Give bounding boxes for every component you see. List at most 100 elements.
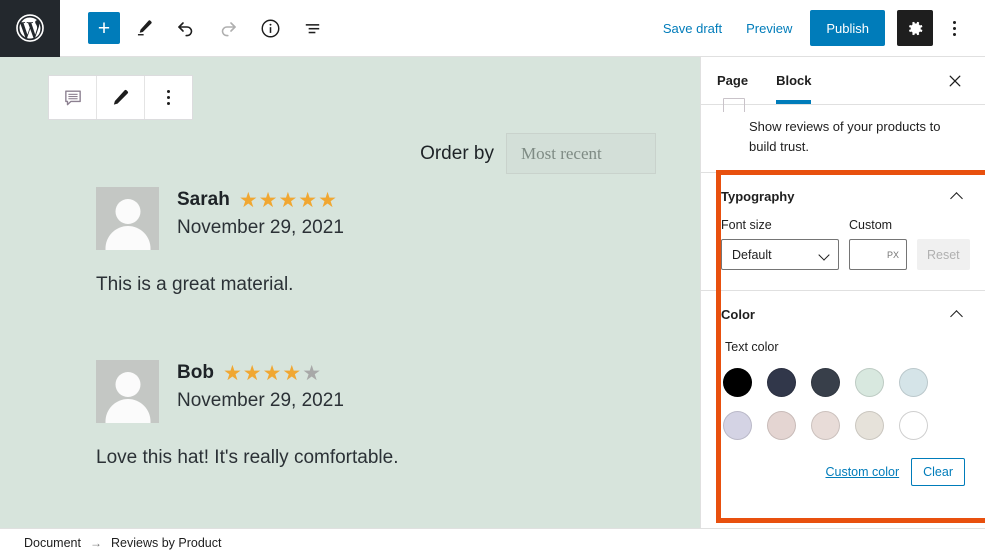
star-filled-icon: ★	[298, 188, 318, 212]
close-icon	[949, 75, 961, 86]
font-size-field: Font size Default	[721, 218, 839, 270]
chevron-down-icon	[820, 252, 830, 258]
save-draft-button[interactable]: Save draft	[651, 13, 734, 44]
color-swatch-dark-slate[interactable]	[811, 368, 840, 397]
editor-top-bar: + Save draft Preview Publish	[0, 0, 985, 57]
tools-mode-button[interactable]	[126, 10, 162, 46]
font-size-select[interactable]: Default	[721, 239, 839, 270]
color-swatch-pale-beige[interactable]	[855, 411, 884, 440]
placeholder-avatar-icon	[96, 187, 159, 250]
color-panel-title: Color	[721, 307, 755, 322]
color-swatch-pale-blue[interactable]	[899, 368, 928, 397]
placeholder-avatar-icon	[96, 360, 159, 423]
color-swatch-white[interactable]	[899, 411, 928, 440]
breadcrumb-item-document[interactable]: Document	[24, 536, 81, 550]
tab-block[interactable]: Block	[762, 57, 825, 104]
settings-sidebar: Page Block Show reviews of your products…	[700, 57, 985, 528]
settings-button[interactable]	[897, 10, 933, 46]
text-color-label: Text color	[725, 340, 779, 354]
pencil-edit-icon	[137, 20, 152, 36]
order-by-value: Most recent	[521, 143, 602, 163]
review-name-line: Bob ★ ★ ★ ★ ★	[177, 362, 344, 384]
review-header: Sarah ★ ★ ★ ★ ★ November 29, 2021	[96, 187, 656, 250]
vertical-dots-icon	[952, 20, 956, 36]
preview-button[interactable]: Preview	[734, 13, 804, 44]
undo-arrow-icon	[178, 22, 193, 37]
custom-font-size-field: Custom PX	[849, 218, 907, 270]
chevron-up-icon	[951, 192, 965, 201]
redo-button[interactable]	[210, 10, 246, 46]
block-type-button[interactable]	[49, 76, 97, 119]
clear-color-button[interactable]: Clear	[911, 458, 965, 486]
star-filled-icon: ★	[318, 188, 337, 212]
color-panel-header[interactable]: Color	[721, 307, 965, 322]
add-block-button[interactable]: +	[88, 12, 120, 44]
reviews-block-icon	[64, 90, 81, 105]
vertical-dots-icon	[167, 90, 170, 105]
color-swatch-dark-navy[interactable]	[767, 368, 796, 397]
typography-panel: Typography Font size Default Custom PX R…	[701, 172, 985, 290]
review-meta: Sarah ★ ★ ★ ★ ★ November 29, 2021	[177, 187, 344, 239]
tab-page[interactable]: Page	[717, 57, 762, 104]
color-swatch-pale-mint[interactable]	[855, 368, 884, 397]
color-swatch-black[interactable]	[723, 368, 752, 397]
block-toolbar	[48, 75, 193, 120]
star-filled-icon: ★	[258, 188, 278, 212]
redo-arrow-icon	[221, 22, 236, 37]
star-filled-icon: ★	[278, 188, 298, 212]
block-description: Show reviews of your products to build t…	[749, 119, 941, 154]
color-swatch-light-rose[interactable]	[811, 411, 840, 440]
publish-button[interactable]: Publish	[810, 10, 885, 46]
sidebar-scroll-area: Show reviews of your products to build t…	[701, 98, 985, 172]
color-swatch-dusty-rose[interactable]	[767, 411, 796, 440]
typography-panel-title: Typography	[721, 189, 795, 204]
breadcrumb: Document → Reviews by Product	[0, 528, 985, 556]
text-color-swatches	[721, 368, 965, 440]
list-view-icon	[305, 23, 319, 33]
list-view-button[interactable]	[294, 10, 330, 46]
font-size-value: Default	[732, 247, 772, 262]
block-card-icon	[723, 98, 745, 112]
custom-color-link[interactable]: Custom color	[825, 465, 899, 479]
color-actions: Custom color Clear	[721, 458, 965, 486]
font-size-label: Font size	[721, 218, 772, 232]
edit-button[interactable]	[97, 76, 145, 119]
details-button[interactable]	[252, 10, 288, 46]
more-options-button[interactable]	[937, 10, 971, 46]
review-rating-stars: ★ ★ ★ ★ ★	[239, 190, 337, 211]
order-by-label: Order by	[420, 142, 494, 164]
plus-icon: +	[97, 16, 111, 40]
breadcrumb-item-block[interactable]: Reviews by Product	[111, 536, 221, 550]
star-filled-icon: ★	[222, 361, 242, 385]
font-size-row: Font size Default Custom PX Reset	[721, 218, 970, 270]
editor-canvas: Order by Most recent Sarah ★ ★ ★ ★ ★ Novembe…	[0, 57, 700, 528]
chevron-up-icon	[951, 310, 965, 319]
review-author: Sarah	[177, 189, 230, 210]
order-by-control: Order by Most recent	[420, 133, 656, 174]
review-rating-stars: ★ ★ ★ ★ ★	[223, 363, 321, 384]
close-sidebar-button[interactable]	[937, 63, 973, 99]
publish-actions-group: Save draft Preview Publish	[651, 10, 985, 46]
typography-panel-header[interactable]: Typography	[721, 189, 965, 204]
custom-label: Custom	[849, 218, 893, 232]
review-body: This is a great material.	[96, 274, 294, 295]
star-filled-icon: ★	[242, 361, 262, 385]
order-by-select[interactable]: Most recent	[506, 133, 656, 174]
custom-font-size-input[interactable]: PX	[849, 239, 907, 270]
breadcrumb-separator: →	[89, 535, 102, 550]
color-swatch-pale-lavender[interactable]	[723, 411, 752, 440]
review-name-line: Sarah ★ ★ ★ ★ ★	[177, 189, 344, 211]
wordpress-logo-icon[interactable]	[0, 0, 60, 57]
info-circle-icon	[261, 19, 279, 37]
review-date: November 29, 2021	[177, 390, 344, 411]
review-date: November 29, 2021	[177, 217, 344, 238]
undo-button[interactable]	[168, 10, 204, 46]
font-size-unit: PX	[886, 249, 899, 260]
gear-icon	[908, 21, 922, 35]
star-filled-icon: ★	[238, 188, 258, 212]
block-options-button[interactable]	[145, 76, 192, 119]
reset-font-size-button[interactable]: Reset	[917, 239, 970, 270]
review-meta: Bob ★ ★ ★ ★ ★ November 29, 2021	[177, 360, 344, 412]
review-body: Love this hat! It's really comfortable.	[96, 447, 399, 468]
color-panel: Color Text color Custom color Clear	[701, 290, 985, 506]
